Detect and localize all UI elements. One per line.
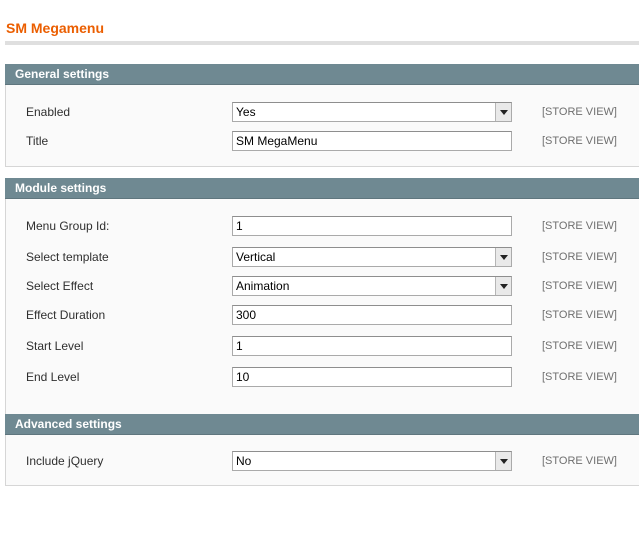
- start-level-input[interactable]: [232, 336, 512, 356]
- row-menu-group-id: Menu Group Id: [STORE VIEW]: [6, 216, 639, 238]
- chevron-down-icon[interactable]: [495, 277, 511, 295]
- menu-group-id-label: Menu Group Id:: [26, 219, 110, 233]
- effect-duration-label: Effect Duration: [26, 308, 106, 322]
- scope-label: [STORE VIEW]: [542, 220, 617, 232]
- row-effect-duration: Effect Duration [STORE VIEW]: [6, 305, 639, 327]
- effect-duration-input[interactable]: [232, 305, 512, 325]
- enabled-select[interactable]: Yes: [232, 102, 512, 122]
- section-body-general-settings: Enabled Yes [STORE VIEW] Title [STORE VI…: [5, 85, 639, 167]
- section-header-module-settings[interactable]: Module settings: [5, 178, 639, 199]
- fieldset-advanced-settings: Advanced settings Include jQuery No [STO…: [5, 414, 639, 486]
- select-template-label: Select template: [26, 250, 109, 264]
- fieldset-general-settings: General settings Enabled Yes [STORE VIEW…: [5, 64, 639, 167]
- row-enabled: Enabled Yes [STORE VIEW]: [6, 102, 639, 124]
- page-title: SM Megamenu: [6, 20, 105, 36]
- fieldset-module-settings: Module settings Menu Group Id: [STORE VI…: [5, 178, 639, 423]
- section-body-module-settings: Menu Group Id: [STORE VIEW] Select templ…: [5, 199, 639, 423]
- title-input[interactable]: [232, 131, 512, 151]
- row-title: Title [STORE VIEW]: [6, 131, 639, 153]
- scope-label: [STORE VIEW]: [542, 309, 617, 321]
- chevron-down-icon[interactable]: [495, 248, 511, 266]
- page-header: SM Megamenu: [0, 0, 639, 45]
- scope-label: [STORE VIEW]: [542, 280, 617, 292]
- enabled-label: Enabled: [26, 105, 71, 119]
- end-level-label: End Level: [26, 370, 80, 384]
- scope-label: [STORE VIEW]: [542, 340, 617, 352]
- header-divider: [5, 41, 639, 45]
- select-effect-select[interactable]: Animation: [232, 276, 512, 296]
- select-template-value: Vertical: [236, 250, 276, 264]
- row-start-level: Start Level [STORE VIEW]: [6, 336, 639, 358]
- select-template-select[interactable]: Vertical: [232, 247, 512, 267]
- scope-label: [STORE VIEW]: [542, 455, 617, 467]
- include-jquery-value: No: [236, 454, 252, 468]
- row-select-template: Select template Vertical [STORE VIEW]: [6, 247, 639, 269]
- start-level-label: Start Level: [26, 339, 84, 353]
- section-header-advanced-settings[interactable]: Advanced settings: [5, 414, 639, 435]
- title-label: Title: [26, 134, 49, 148]
- chevron-down-icon[interactable]: [495, 452, 511, 470]
- end-level-input[interactable]: [232, 367, 512, 387]
- select-effect-value: Animation: [236, 279, 290, 293]
- scope-label: [STORE VIEW]: [542, 106, 617, 118]
- menu-group-id-input[interactable]: [232, 216, 512, 236]
- row-include-jquery: Include jQuery No [STORE VIEW]: [6, 451, 639, 473]
- include-jquery-select[interactable]: No: [232, 451, 512, 471]
- enabled-select-value: Yes: [236, 105, 256, 119]
- select-effect-label: Select Effect: [26, 279, 94, 293]
- scope-label: [STORE VIEW]: [542, 371, 617, 383]
- row-end-level: End Level [STORE VIEW]: [6, 367, 639, 389]
- section-header-general-settings[interactable]: General settings: [5, 64, 639, 85]
- section-body-advanced-settings: Include jQuery No [STORE VIEW]: [5, 435, 639, 486]
- scope-label: [STORE VIEW]: [542, 251, 617, 263]
- include-jquery-label: Include jQuery: [26, 454, 104, 468]
- row-select-effect: Select Effect Animation [STORE VIEW]: [6, 276, 639, 298]
- chevron-down-icon[interactable]: [495, 103, 511, 121]
- scope-label: [STORE VIEW]: [542, 135, 617, 147]
